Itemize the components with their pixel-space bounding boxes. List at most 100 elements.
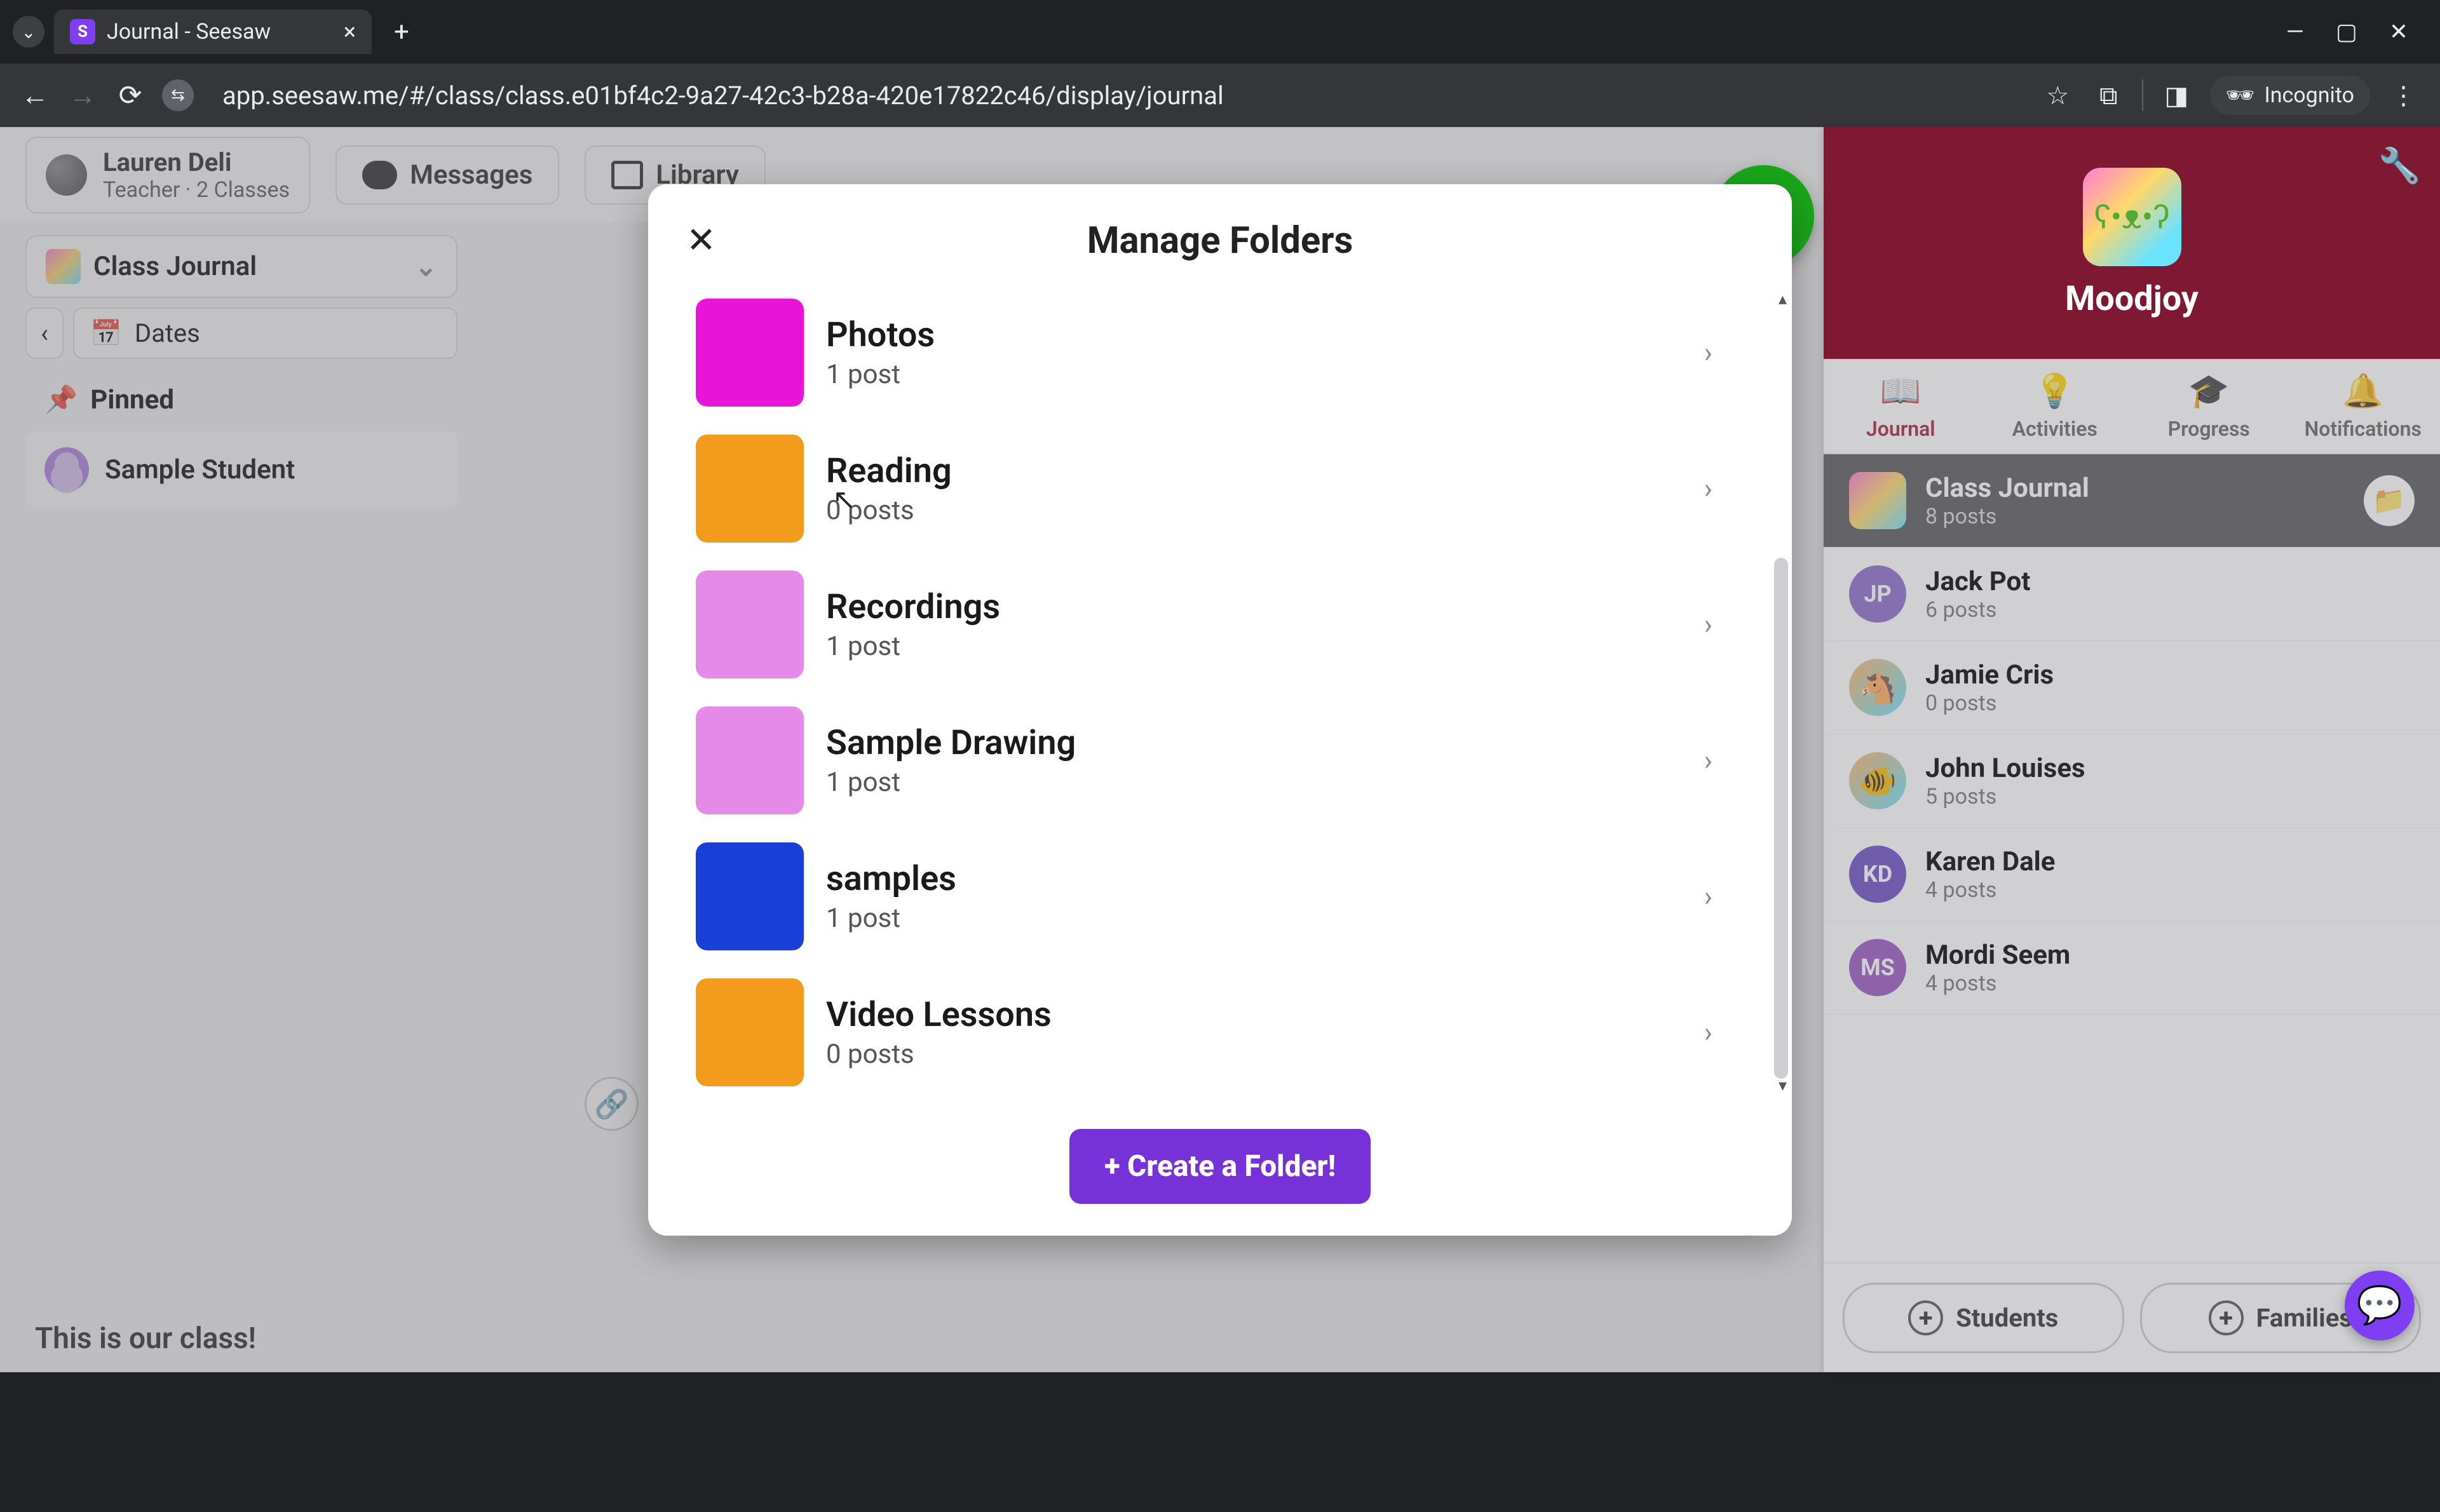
journal-row-name: John Louises (1925, 753, 2085, 784)
tab-activities[interactable]: 💡 Activities (1978, 359, 2132, 453)
journal-row[interactable]: KD Karen Dale4 posts (1824, 828, 2440, 921)
tab-strip: ⌄ S Journal - Seesaw × + — ▢ ✕ (0, 0, 2440, 64)
mouse-cursor-icon: ↖ (832, 483, 856, 516)
families-label: Families (2256, 1303, 2352, 1333)
folder-row[interactable]: Sample Drawing1 post› (696, 692, 1744, 828)
folder-name: Video Lessons (826, 995, 1052, 1035)
incognito-chip[interactable]: 🕶 Incognito (2210, 76, 2370, 115)
side-panel-icon[interactable]: ◨ (2159, 81, 2194, 111)
extensions-icon[interactable]: ⧉ (2091, 81, 2126, 111)
scroll-down-arrow-icon[interactable]: ▾ (1779, 1076, 1787, 1095)
journal-icon: 📖 (1880, 372, 1922, 410)
journal-row-post-count: 4 posts (1925, 877, 2055, 903)
chevron-right-icon: › (1704, 880, 1744, 913)
activities-icon: 💡 (2034, 372, 2075, 410)
maximize-icon[interactable]: ▢ (2336, 18, 2357, 45)
close-window-icon[interactable]: ✕ (2389, 18, 2408, 45)
folder-list[interactable]: ▴ ▾ Photos1 post›Reading0 posts›Recordin… (648, 285, 1792, 1100)
scroll-up-arrow-icon[interactable]: ▴ (1779, 290, 1787, 309)
tab-progress-label: Progress (2168, 417, 2250, 441)
chevron-right-icon: › (1704, 472, 1744, 505)
window-controls: — ▢ ✕ (2286, 18, 2427, 45)
tab-progress[interactable]: 🎓 Progress (2132, 359, 2286, 453)
folder-post-count: 1 post (826, 359, 935, 390)
folder-color-swatch (696, 435, 804, 543)
tab-notifications[interactable]: 🔔 Notifications (2286, 359, 2440, 453)
students-label: Students (1956, 1303, 2058, 1333)
tab-title: Journal - Seesaw (107, 19, 332, 44)
folder-row[interactable]: samples1 post› (696, 828, 1744, 964)
folder-post-count: 1 post (826, 631, 1000, 662)
manage-folders-modal: ✕ Manage Folders ▴ ▾ Photos1 post›Readin… (648, 184, 1792, 1236)
journal-row-post-count: 8 posts (1925, 504, 2089, 529)
create-folder-button[interactable]: + Create a Folder! (1069, 1129, 1371, 1204)
plus-circle-icon: + (1908, 1300, 1943, 1335)
journal-row-post-count: 6 posts (1925, 597, 2030, 623)
chat-fab[interactable]: 💬 (2345, 1271, 2415, 1340)
favicon-icon: S (70, 19, 95, 44)
right-sidebar: 🔧 Moodjoy 📖 Journal 💡 Activities 🎓 Progr… (1824, 127, 2440, 1372)
chevron-right-icon: › (1704, 336, 1744, 369)
new-tab-button[interactable]: + (381, 17, 422, 48)
notifications-icon: 🔔 (2342, 372, 2383, 410)
tab-notifications-label: Notifications (2305, 417, 2422, 441)
journal-row[interactable]: 🐴 Jamie Cris0 posts (1824, 641, 2440, 734)
plus-circle-icon: + (2209, 1300, 2244, 1335)
journal-row-name: Mordi Seem (1925, 940, 2070, 971)
folder-color-swatch (696, 842, 804, 950)
journal-row[interactable]: MSMordi Seem4 posts (1824, 921, 2440, 1015)
chat-bubble-icon: 💬 (2357, 1284, 2403, 1327)
settings-wrench-icon[interactable]: 🔧 (2378, 146, 2421, 186)
journal-row[interactable]: JP Jack Pot6 posts (1824, 548, 2440, 641)
student-avatar-icon: 🐴 (1849, 659, 1906, 716)
back-button[interactable]: ← (19, 79, 51, 112)
toolbar-divider (2142, 79, 2143, 111)
journal-row-name: Karen Dale (1925, 846, 2055, 877)
tab-journal[interactable]: 📖 Journal (1824, 359, 1978, 453)
folder-name: Photos (826, 315, 935, 355)
journal-row-post-count: 0 posts (1925, 691, 2054, 716)
student-avatar-icon: KD (1849, 846, 1906, 903)
tab-activities-label: Activities (2012, 417, 2098, 441)
folder-name: Recordings (826, 587, 1000, 627)
browser-toolbar: ← → ⟳ ⇆ app.seesaw.me/#/class/class.e01b… (0, 64, 2440, 127)
tab-search-dropdown[interactable]: ⌄ (13, 16, 44, 48)
folder-icon[interactable]: 📁 (2364, 475, 2415, 526)
journal-row[interactable]: Class Journal8 posts📁 (1824, 454, 2440, 548)
reload-button[interactable]: ⟳ (114, 79, 146, 112)
journal-row[interactable]: 🐠John Louises5 posts (1824, 734, 2440, 828)
minimize-icon[interactable]: — (2286, 18, 2304, 45)
bookmark-star-icon[interactable]: ☆ (2040, 81, 2075, 111)
scrollbar-thumb[interactable] (1774, 558, 1788, 1079)
class-header: 🔧 Moodjoy (1824, 127, 2440, 359)
browser-chrome: ⌄ S Journal - Seesaw × + — ▢ ✕ ← → ⟳ ⇆ a… (0, 0, 2440, 127)
browser-tab[interactable]: S Journal - Seesaw × (54, 10, 372, 54)
kebab-menu-icon[interactable]: ⋮ (2386, 81, 2421, 111)
incognito-icon: 🕶 (2226, 82, 2255, 109)
folder-color-swatch (696, 299, 804, 407)
url-bar[interactable]: app.seesaw.me/#/class/class.e01bf4c2-9a2… (210, 81, 2024, 111)
app-viewport: Lauren Deli Teacher · 2 Classes Messages… (0, 127, 2440, 1372)
student-avatar-icon: 🐠 (1849, 752, 1906, 809)
journal-row-name: Jamie Cris (1925, 659, 2054, 691)
student-avatar-icon: JP (1849, 565, 1906, 623)
students-button[interactable]: + Students (1843, 1283, 2124, 1353)
folder-row[interactable]: Photos 1 post › (696, 285, 1744, 421)
incognito-label: Incognito (2264, 83, 2354, 108)
forward-button[interactable]: → (67, 79, 98, 112)
folder-name: Sample Drawing (826, 723, 1076, 763)
chevron-right-icon: › (1704, 1016, 1744, 1049)
folder-row[interactable]: Video Lessons 0 posts › (696, 964, 1744, 1100)
folder-post-count: 0 posts (826, 1039, 1052, 1070)
progress-icon: 🎓 (2188, 372, 2230, 410)
folder-post-count: 1 post (826, 903, 956, 934)
close-tab-icon[interactable]: × (344, 18, 356, 45)
journal-list[interactable]: Class Journal8 posts📁JPJack Pot6 posts🐴J… (1824, 454, 2440, 1262)
folder-row[interactable]: Recordings 1 post › (696, 557, 1744, 692)
journal-row-name: Jack Pot (1925, 566, 2030, 597)
class-tabs: 📖 Journal 💡 Activities 🎓 Progress 🔔 Noti… (1824, 359, 2440, 454)
site-info-icon[interactable]: ⇆ (162, 79, 194, 111)
chevron-right-icon: › (1704, 608, 1744, 641)
modal-close-button[interactable]: ✕ (686, 219, 716, 261)
folder-color-swatch (696, 978, 804, 1086)
